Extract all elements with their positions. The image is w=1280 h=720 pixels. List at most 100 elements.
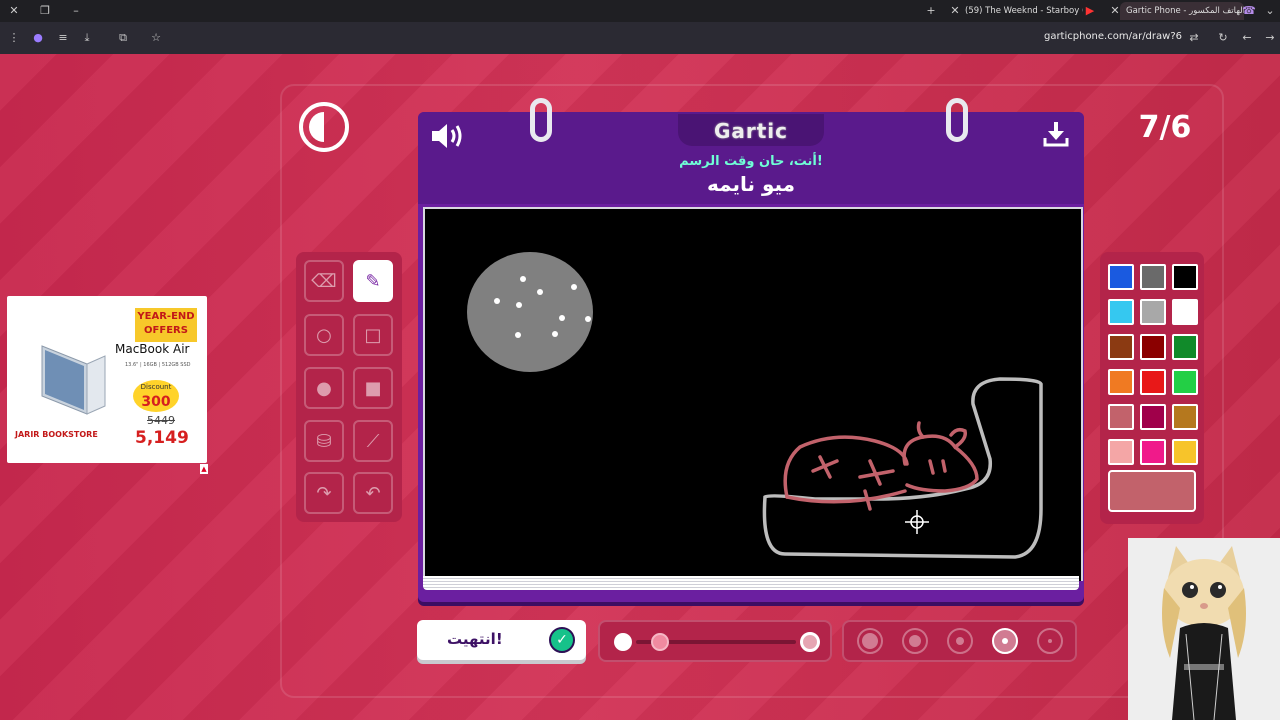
gartic-logo: Gartic [678,114,824,146]
brush-size-xs[interactable] [1037,628,1063,654]
brush-size-m[interactable] [947,628,973,654]
bookmark-star-icon[interactable]: ☆ [148,30,164,46]
download-icon[interactable]: ⤓ [79,30,95,46]
drawing-notebook: Gartic أنت، حان وقت الرسم! ميو نايمه [418,98,1084,602]
back-icon[interactable]: ← [1239,30,1255,46]
color-palette [1100,252,1204,524]
reload-icon[interactable]: ↻ [1215,30,1231,46]
menu-icon[interactable]: ⋮ [6,30,22,46]
color-swatch[interactable] [1108,369,1134,395]
rectangle-outline-tool[interactable]: □ [353,314,393,356]
drawing-canvas[interactable] [423,207,1083,581]
ad-product: MacBook Air [115,342,190,356]
circle-outline-icon: ○ [316,324,332,346]
bucket-icon: ⛁ [316,430,332,452]
advertisement[interactable]: YEAR-END OFFERS MacBook Air 13.6" | 16GB… [7,296,207,463]
notebook-pages [423,576,1079,590]
ad-spec: 13.6" | 16GB | 512GB SSD [125,362,191,368]
current-color-swatch [1108,470,1196,512]
notebook-ring [946,98,968,142]
download-drawing-icon[interactable] [1042,120,1070,148]
ad-choices-icon[interactable]: ▲ [200,464,208,474]
rectangle-filled-tool[interactable]: ■ [353,367,393,409]
pencil-tool[interactable]: ✎ [353,260,393,302]
circle-filled-tool[interactable]: ● [304,367,344,409]
fill-bucket-tool[interactable]: ⛁ [304,420,344,462]
rectangle-outline-icon: □ [364,324,382,346]
color-swatch[interactable] [1172,334,1198,360]
color-swatch[interactable] [1140,404,1166,430]
brush-size-selector [842,620,1077,662]
color-swatch[interactable] [1172,404,1198,430]
crosshair-cursor-icon [905,510,929,534]
color-swatch[interactable] [1140,369,1166,395]
redo-tool[interactable]: ↷ [304,472,344,514]
gartic-favicon-icon: ☎ [1242,4,1256,17]
color-swatch[interactable] [1140,299,1166,325]
screenshot-icon[interactable]: ⧉ [115,30,131,46]
site-settings-icon[interactable]: ⇄ [1186,30,1202,46]
pencil-icon: ✎ [365,270,381,292]
eraser-tool[interactable]: ⌫ [304,260,344,302]
line-tool[interactable]: ⟋ [353,420,393,462]
color-swatch[interactable] [1140,439,1166,465]
ad-new-price: 5,149 [135,428,189,448]
full-opacity-icon [614,633,632,651]
circle-outline-tool[interactable]: ○ [304,314,344,356]
browser-toolbar: ⋮ ● ≡ ⤓ ⧉ ☆ garticphone.com/ar/draw?6 ⇄ … [0,22,1280,54]
cat-webcam-image [1128,538,1280,720]
color-swatch[interactable] [1108,264,1134,290]
check-icon: ✓ [549,627,575,653]
tab-gartic[interactable]: Gartic Phone - الهاتف المكسور [1120,2,1244,20]
notebook-header: Gartic أنت، حان وقت الرسم! ميو نايمه [418,112,1084,204]
color-swatch[interactable] [1172,369,1198,395]
ad-old-price: 5449 [147,414,175,427]
undo-icon: ↶ [365,482,381,504]
word-to-draw: ميو نايمه [706,172,796,196]
rectangle-filled-icon: ■ [364,377,382,399]
color-swatch[interactable] [1108,334,1134,360]
reader-icon[interactable]: ≡ [55,30,71,46]
circle-filled-icon: ● [316,377,332,399]
ad-discount-badge: Discount 300 [133,380,179,412]
color-swatch[interactable] [1108,404,1134,430]
restore-window-icon[interactable]: ❐ [37,3,53,19]
color-swatch[interactable] [1172,264,1198,290]
brush-size-l[interactable] [902,628,928,654]
extension-icon[interactable]: ● [30,30,46,46]
ad-offer-badge: YEAR-END OFFERS [135,308,197,342]
forward-icon[interactable]: → [1262,30,1278,46]
close-tab-icon[interactable]: ✕ [947,3,963,19]
youtube-icon: ▶ [1085,4,1095,17]
minimize-window-icon[interactable]: – [68,3,84,19]
color-swatch[interactable] [1108,439,1134,465]
drawing-strokes [467,252,1043,559]
webcam-overlay [1128,538,1280,720]
brush-size-s[interactable] [992,628,1018,654]
new-tab-icon[interactable]: + [923,3,939,19]
done-button[interactable]: انتهيت! ✓ [417,620,586,660]
tab-list-icon[interactable]: ⌄ [1262,3,1278,19]
sound-icon[interactable] [430,122,466,150]
laptop-image [41,345,106,415]
opacity-slider[interactable] [598,620,832,662]
timer-icon [299,102,349,152]
low-opacity-icon [800,632,820,652]
turn-counter: 7/6 [1138,110,1192,145]
game-page: 7/6 ⌫ ✎ ○ □ ● ■ ⛁ ⟋ ↷ ↶ Gartic أنت، حان … [0,54,1280,720]
brush-size-xl[interactable] [857,628,883,654]
notebook-ring [530,98,552,142]
opacity-slider-handle[interactable] [651,633,669,651]
color-swatch[interactable] [1140,334,1166,360]
color-swatch[interactable] [1172,299,1198,325]
undo-tool[interactable]: ↶ [353,472,393,514]
draw-prompt: أنت، حان وقت الرسم! [679,154,823,169]
close-window-icon[interactable]: ✕ [6,3,22,19]
eraser-icon: ⌫ [311,270,337,292]
address-bar[interactable]: garticphone.com/ar/draw?6 [1044,31,1182,42]
tab-starboy[interactable]: (59) The Weeknd - Starboy (Au [965,2,1083,20]
color-swatch[interactable] [1140,264,1166,290]
color-swatch[interactable] [1172,439,1198,465]
color-swatch[interactable] [1108,299,1134,325]
ad-store-logo: JARIR BOOKSTORE [15,430,98,439]
